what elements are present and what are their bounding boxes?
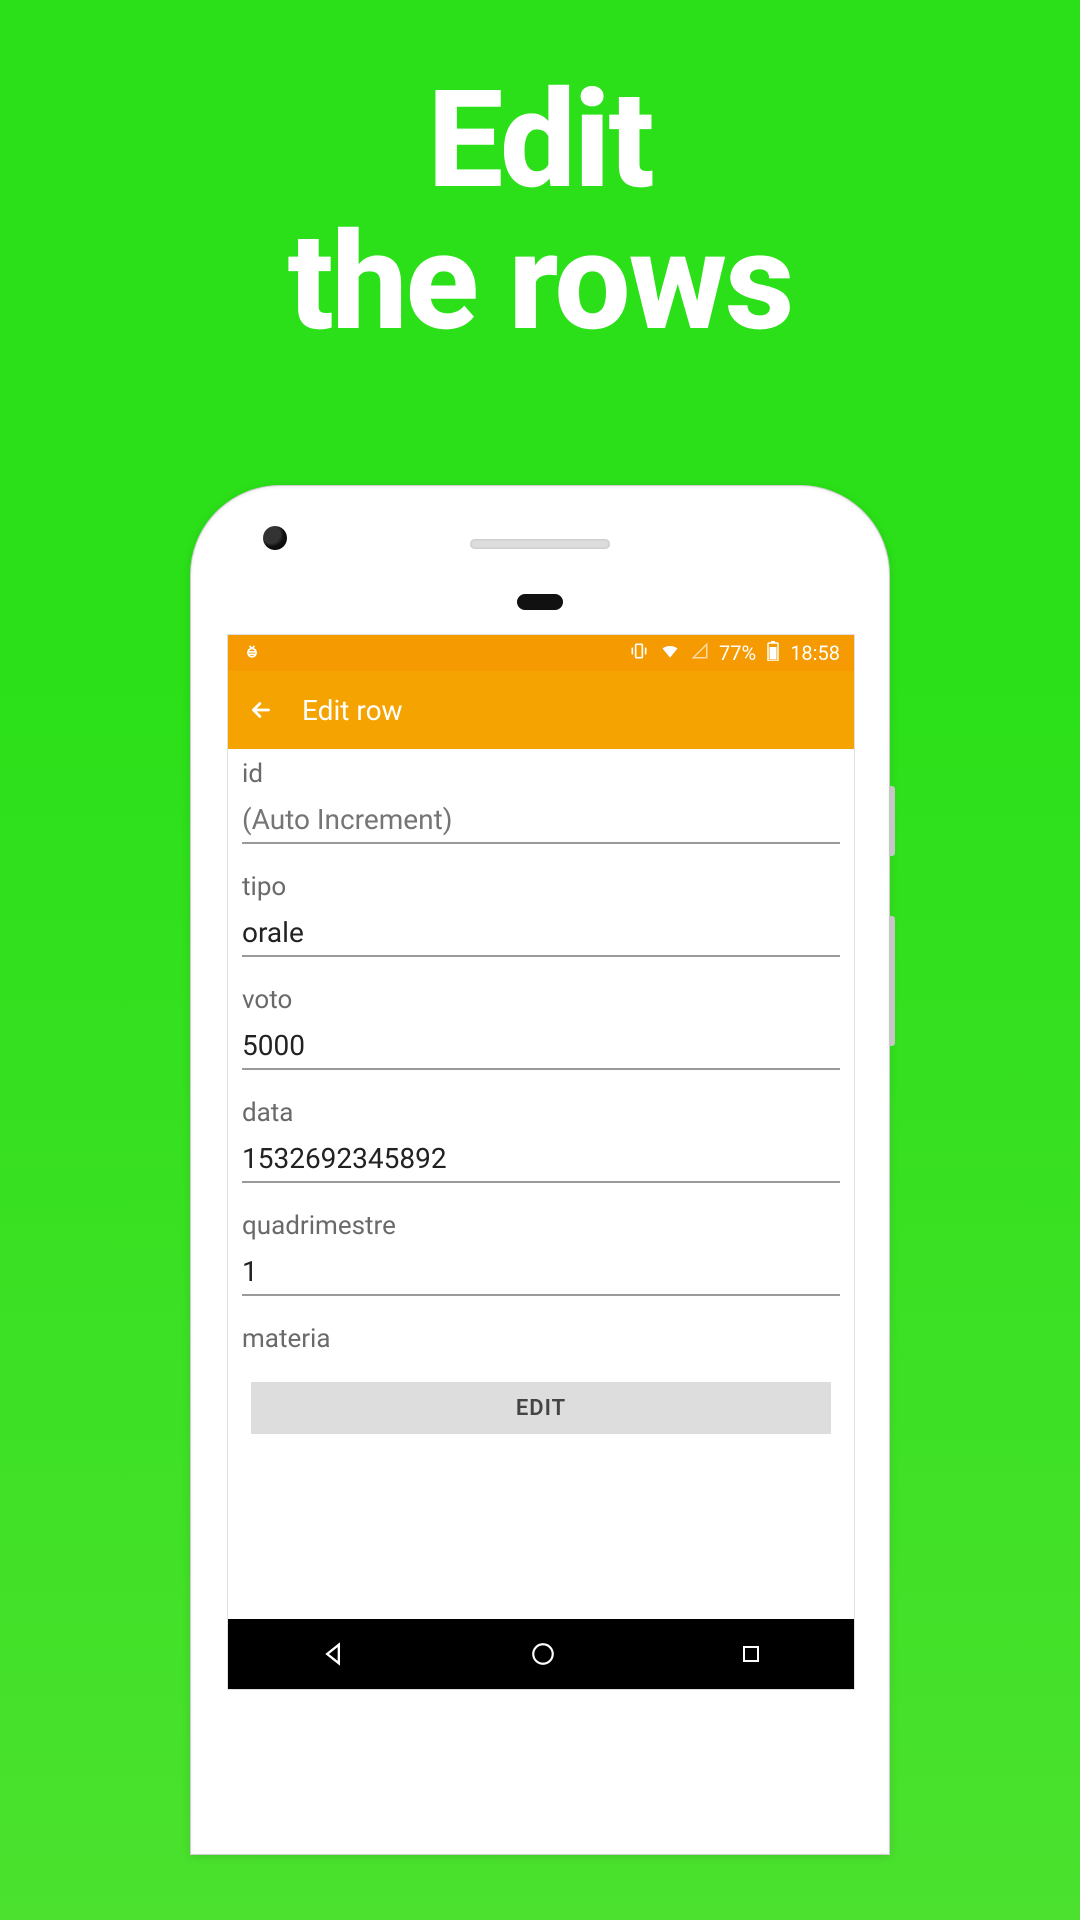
field-input-tipo[interactable] (242, 910, 840, 957)
signal-icon (691, 641, 709, 665)
field-input-voto[interactable] (242, 1023, 840, 1070)
nav-back-icon[interactable] (319, 1640, 347, 1668)
wifi-icon (659, 641, 681, 666)
back-arrow-icon[interactable] (248, 697, 274, 723)
appbar-title: Edit row (302, 694, 403, 727)
speaker-slot (470, 539, 610, 549)
battery-icon (766, 641, 780, 666)
field-label-tipo: tipo (242, 872, 840, 902)
edit-button[interactable]: EDIT (251, 1382, 831, 1434)
hero-line-2: the rows (288, 203, 793, 361)
app-bar: Edit row (228, 671, 854, 749)
form-content[interactable]: id tipo voto data quadrimestre (228, 749, 854, 1619)
field-label-id: id (242, 759, 840, 789)
field-input-quad[interactable] (242, 1249, 840, 1296)
clock-text: 18:58 (790, 641, 840, 665)
field-input-data[interactable] (242, 1136, 840, 1183)
nav-home-icon[interactable] (530, 1641, 556, 1667)
sensor-pill (517, 594, 563, 610)
power-button (889, 786, 895, 856)
phone-frame: 77% 18:58 Edit row id (190, 485, 890, 1855)
promo-background: Edit the rows (0, 0, 1080, 1920)
hero-title: Edit the rows (0, 70, 1080, 354)
hero-line-1: Edit (428, 61, 653, 219)
field-label-materia: materia (242, 1324, 840, 1354)
field-input-id[interactable] (242, 797, 840, 844)
system-nav-bar (228, 1619, 854, 1689)
field-label-quad: quadrimestre (242, 1211, 840, 1241)
nav-recent-icon[interactable] (739, 1642, 763, 1666)
device-screen: 77% 18:58 Edit row id (227, 634, 855, 1690)
bee-icon (242, 641, 262, 666)
battery-text: 77% (719, 641, 756, 665)
vibrate-icon (629, 641, 649, 666)
field-label-data: data (242, 1098, 840, 1128)
camera-dot (263, 526, 287, 550)
volume-button (889, 916, 895, 1046)
field-label-voto: voto (242, 985, 840, 1015)
status-bar: 77% 18:58 (228, 635, 854, 671)
